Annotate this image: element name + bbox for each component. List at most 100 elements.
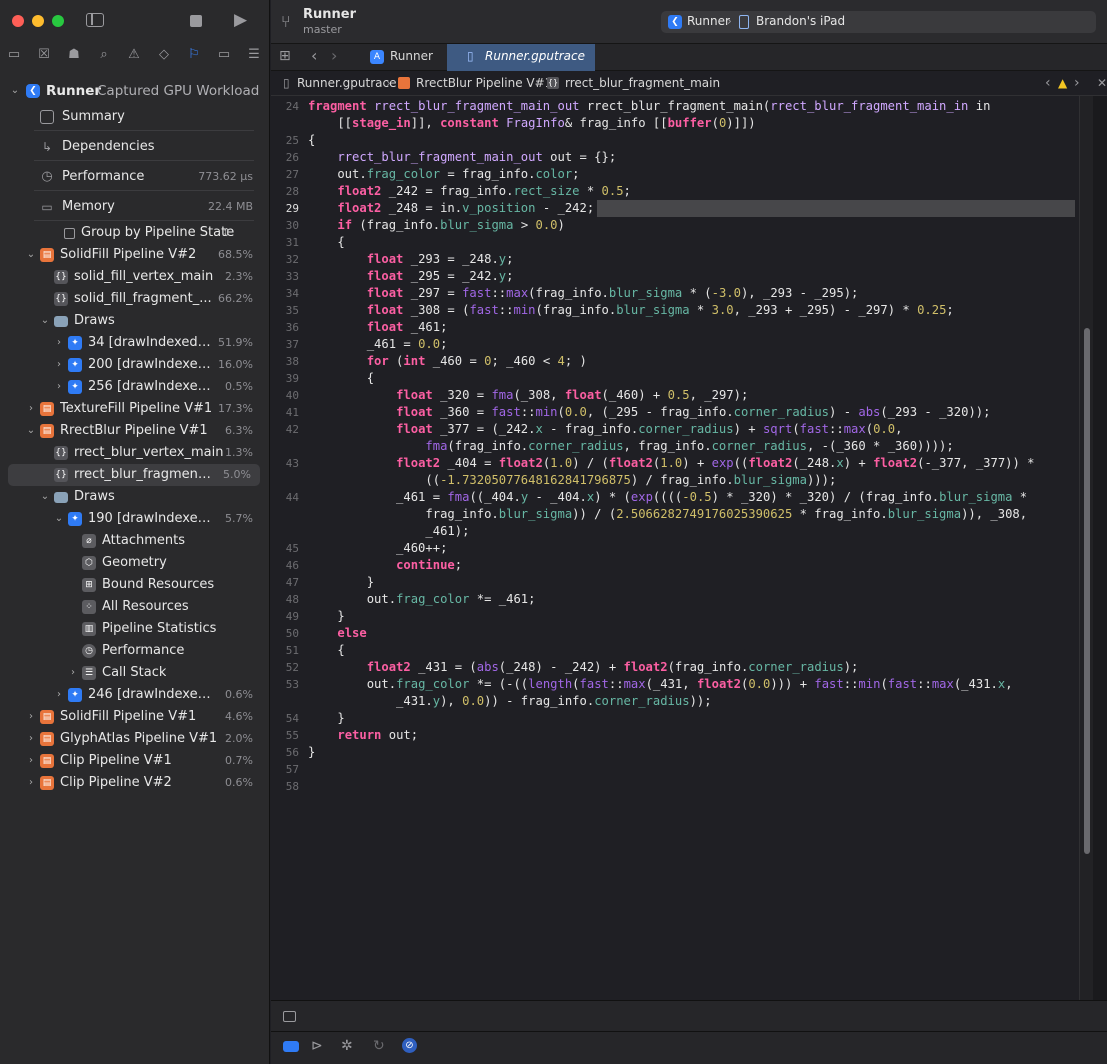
tree-item-clip-v2[interactable]: › ▤ Clip Pipeline V#2 0.6% <box>0 772 262 794</box>
line-number[interactable]: 29 <box>271 200 299 217</box>
gpu-icon[interactable]: ⊘ <box>402 1038 417 1053</box>
line-number[interactable]: 38 <box>271 353 299 370</box>
tree-item-bound-resources[interactable]: ⊞ Bound Resources <box>0 574 262 596</box>
tab-runner[interactable]: A Runner <box>357 44 445 71</box>
line-number[interactable]: 44 <box>271 489 299 506</box>
line-number[interactable]: 30 <box>271 217 299 234</box>
test-icon[interactable]: ◇ <box>156 47 172 63</box>
run-icon[interactable]: ▶ <box>234 12 247 29</box>
line-number[interactable]: 41 <box>271 404 299 421</box>
line-number[interactable]: 35 <box>271 302 299 319</box>
line-number[interactable]: 58 <box>271 778 299 795</box>
checkbox-icon[interactable] <box>64 228 75 239</box>
search-icon[interactable]: ⌕ <box>96 47 112 63</box>
overview-dependencies[interactable]: ↳ Dependencies <box>0 136 262 158</box>
tree-item-solid-vertex[interactable]: {} solid_fill_vertex_main 2.3% <box>0 266 262 288</box>
folder-icon[interactable]: ▭ <box>6 47 22 63</box>
tree-item-glyphatlas[interactable]: › ▤ GlyphAtlas Pipeline V#1 2.0% <box>0 728 262 750</box>
tree-item-draws[interactable]: ⌄ Draws <box>0 310 262 332</box>
tree-item-solidfill-v1[interactable]: › ▤ SolidFill Pipeline V#1 4.6% <box>0 706 262 728</box>
line-number[interactable]: 26 <box>271 149 299 166</box>
line-number[interactable]: 54 <box>271 710 299 727</box>
group-by-toggle[interactable]: Group by Pipeline State ⇕ <box>0 222 262 244</box>
debug-icon[interactable]: ⚐ <box>186 47 202 63</box>
tree-item-rrectblur[interactable]: ⌄ ▤ RrectBlur Pipeline V#1 6.3% <box>0 420 262 442</box>
tree-item-clip-v1[interactable]: › ▤ Clip Pipeline V#1 0.7% <box>0 750 262 772</box>
tree-item-solid-fragment[interactable]: {} solid_fill_fragment_... 66.2% <box>0 288 262 310</box>
forward-icon[interactable]: › <box>331 46 337 65</box>
tree-item-all-resources[interactable]: ⁘ All Resources <box>0 596 262 618</box>
tree-item-draw-246[interactable]: › ✦ 246 [drawIndexedP... 0.6% <box>0 684 262 706</box>
warning-icon[interactable]: ⚠ <box>126 47 142 63</box>
sidebar-toggle-icon[interactable] <box>86 13 104 27</box>
tab-gputrace[interactable]: ▯ Runner.gputrace <box>447 44 595 71</box>
hierarchy-icon[interactable]: ☗ <box>66 47 82 63</box>
line-number[interactable]: 24 <box>271 98 299 115</box>
breadcrumb-item[interactable]: Runner.gputrace <box>297 71 396 96</box>
close-icon[interactable]: ✕ <box>1097 71 1107 96</box>
console-toggle-icon[interactable] <box>283 1041 299 1052</box>
tree-item-solidfill-v2[interactable]: ⌄ ▤ SolidFill Pipeline V#2 68.5% <box>0 244 262 266</box>
breadcrumb-item[interactable]: rrect_blur_fragment_main <box>565 71 720 96</box>
line-number[interactable]: 33 <box>271 268 299 285</box>
tree-item-draw-256[interactable]: › ✦ 256 [drawIndexedP... 0.5% <box>0 376 262 398</box>
line-number[interactable]: 55 <box>271 727 299 744</box>
line-number[interactable]: 34 <box>271 285 299 302</box>
overview-memory[interactable]: ▭ Memory 22.4 MB <box>0 196 262 218</box>
line-number[interactable]: 43 <box>271 455 299 472</box>
tree-item-texturefill[interactable]: › ▤ TextureFill Pipeline V#1 17.3% <box>0 398 262 420</box>
next-issue-icon[interactable]: › <box>1074 71 1080 96</box>
scheme-selector[interactable]: ❮ Runner › Brandon's iPad <box>661 11 1096 33</box>
grid-icon[interactable]: ⊞ <box>279 48 291 64</box>
source-editor[interactable]: 24 25 26 27 28 29 30 31 32 33 34 35 36 37 38 39 40 41 42 43… <box>271 96 1107 1000</box>
tree-item-attachments[interactable]: ⌀ Attachments <box>0 530 262 552</box>
tree-item-draw-190[interactable]: ⌄ ✦ 190 [drawIndexedPr... 5.7% <box>0 508 262 530</box>
scrollbar-thumb[interactable] <box>1084 328 1090 854</box>
overview-summary[interactable]: Summary <box>0 106 262 128</box>
line-number[interactable]: 50 <box>271 625 299 642</box>
line-number[interactable]: 51 <box>271 642 299 659</box>
source-control-icon[interactable]: ☒ <box>36 47 52 63</box>
line-number[interactable]: 49 <box>271 608 299 625</box>
overview-performance[interactable]: ◷ Performance 773.62 μs <box>0 166 262 188</box>
stop-icon[interactable] <box>190 15 202 27</box>
shader-source[interactable]: fragment rrect_blur_fragment_main_out rr… <box>308 98 1035 761</box>
breadcrumb-item[interactable]: RrectBlur Pipeline V#1 <box>416 71 552 96</box>
previous-issue-icon[interactable]: ‹ <box>1045 71 1051 96</box>
zoom-window-button[interactable] <box>52 15 64 27</box>
line-number[interactable]: 56 <box>271 744 299 761</box>
workload-root[interactable]: ⌄ ❮ Runner Captured GPU Workload <box>0 80 262 102</box>
bug-icon[interactable]: ✲ <box>341 1038 353 1054</box>
line-number[interactable]: 37 <box>271 336 299 353</box>
line-number[interactable]: 47 <box>271 574 299 591</box>
tree-item-pipeline-statistics[interactable]: ▥ Pipeline Statistics <box>0 618 262 640</box>
tree-item-rrect-fragment[interactable]: {} rrect_blur_fragment_... 5.0% <box>8 464 260 486</box>
line-number[interactable]: 40 <box>271 387 299 404</box>
close-window-button[interactable] <box>12 15 24 27</box>
line-number[interactable]: 36 <box>271 319 299 336</box>
tree-item-draws[interactable]: ⌄ Draws <box>0 486 262 508</box>
tree-item-draw-200[interactable]: › ✦ 200 [drawIndexed... 16.0% <box>0 354 262 376</box>
line-number[interactable]: 45 <box>271 540 299 557</box>
reload-icon[interactable]: ↻ <box>373 1038 385 1054</box>
tree-item-call-stack[interactable]: › ☰ Call Stack <box>0 662 262 684</box>
line-number[interactable]: 25 <box>271 132 299 149</box>
line-number[interactable]: 46 <box>271 557 299 574</box>
line-number[interactable]: 52 <box>271 659 299 676</box>
line-number[interactable]: 42 <box>271 421 299 438</box>
tree-item-draw-34[interactable]: › ✦ 34 [drawIndexedPr... 51.9% <box>0 332 262 354</box>
tree-item-rrect-vertex[interactable]: {} rrect_blur_vertex_main 1.3% <box>0 442 262 464</box>
hide-debug-area-icon[interactable] <box>283 1011 296 1022</box>
line-number[interactable]: 57 <box>271 761 299 778</box>
line-number[interactable]: 27 <box>271 166 299 183</box>
tree-item-performance[interactable]: ◷ Performance <box>0 640 262 662</box>
line-number[interactable]: 32 <box>271 251 299 268</box>
line-number[interactable]: 39 <box>271 370 299 387</box>
line-number[interactable]: 28 <box>271 183 299 200</box>
report-icon[interactable]: ☰ <box>246 47 262 63</box>
vertical-scrollbar[interactable] <box>1079 96 1093 1000</box>
tree-item-geometry[interactable]: ⬡ Geometry <box>0 552 262 574</box>
step-icon[interactable]: ⊳ <box>311 1038 323 1054</box>
line-number[interactable]: 31 <box>271 234 299 251</box>
warning-icon[interactable]: ▲ <box>1058 71 1067 96</box>
